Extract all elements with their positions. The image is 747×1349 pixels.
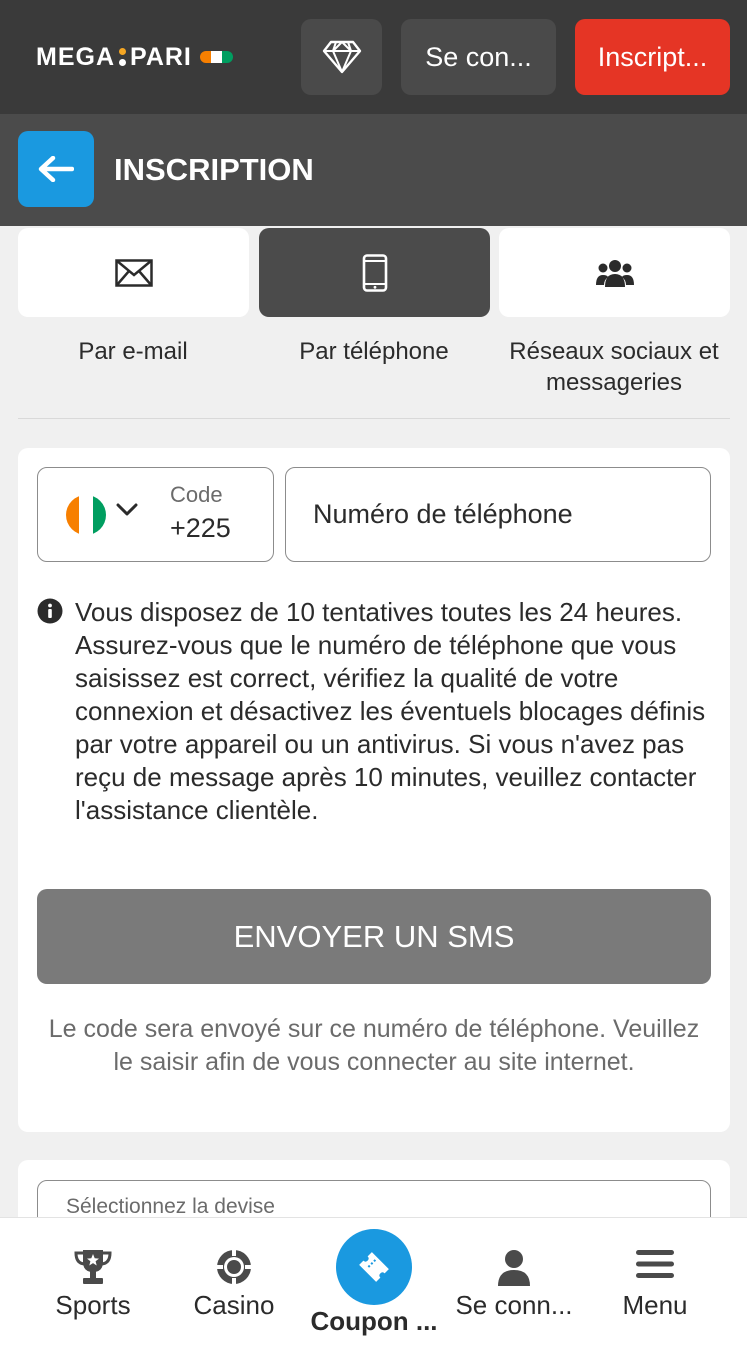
- megapari-logo[interactable]: MEGA PARI: [36, 42, 233, 72]
- phone-number-input[interactable]: [285, 467, 711, 562]
- code-label: Code: [170, 482, 223, 507]
- nav-coupon-label: Coupon ...: [310, 1306, 438, 1336]
- back-button[interactable]: [18, 131, 94, 207]
- logo-flag-icon: [199, 51, 233, 63]
- attempts-info-text: Vous disposez de 10 tentatives toutes le…: [75, 597, 706, 825]
- user-icon: [498, 1250, 530, 1286]
- method-email-label: Par e-mail: [78, 338, 188, 365]
- top-bar: MEGA PARI Se con... Inscript...: [0, 0, 747, 114]
- code-value: +225: [170, 513, 231, 543]
- nav-menu-label: Menu: [622, 1290, 688, 1320]
- casino-chip-icon: [217, 1250, 251, 1284]
- country-code-select[interactable]: Code +225: [37, 467, 274, 562]
- nav-menu[interactable]: Menu: [584, 1218, 726, 1349]
- nav-coupon-button[interactable]: [336, 1229, 412, 1305]
- diamond-icon: [322, 40, 361, 74]
- page-title: INSCRIPTION: [114, 152, 314, 187]
- login-button[interactable]: Se con...: [401, 19, 556, 95]
- users-icon: [595, 259, 634, 287]
- envelope-icon: [114, 258, 153, 287]
- currency-label: Sélectionnez la devise: [66, 1195, 275, 1218]
- divider: [18, 418, 730, 419]
- method-social-tab[interactable]: [499, 228, 730, 317]
- nav-casino-label: Casino: [193, 1290, 275, 1320]
- chevron-down-icon: [116, 503, 138, 516]
- nav-sports-label: Sports: [55, 1290, 131, 1320]
- menu-icon: [636, 1250, 674, 1278]
- arrow-left-icon: [38, 156, 74, 182]
- method-social-label: Réseaux sociaux et messageries: [509, 338, 719, 396]
- nav-casino[interactable]: Casino: [163, 1218, 305, 1349]
- sms-note-text: Le code sera envoyé sur ce numéro de tél…: [48, 1015, 700, 1076]
- trophy-icon: [74, 1250, 112, 1284]
- mobile-phone-icon: [362, 253, 387, 292]
- logo-text-mega: MEGA: [36, 42, 115, 71]
- send-sms-button[interactable]: ENVOYER UN SMS: [37, 889, 711, 984]
- method-email-tab[interactable]: [18, 228, 249, 317]
- nav-sports[interactable]: Sports: [22, 1218, 164, 1349]
- nav-login-label: Se conn...: [455, 1290, 573, 1320]
- logo-dots: [119, 48, 126, 66]
- nav-login[interactable]: Se conn...: [443, 1218, 585, 1349]
- method-phone-label: Par téléphone: [299, 338, 449, 365]
- cote-divoire-flag-icon: [66, 495, 106, 535]
- method-phone-tab[interactable]: [259, 228, 490, 317]
- info-icon: [37, 598, 63, 624]
- vip-diamond-button[interactable]: [301, 19, 382, 95]
- ticket-icon: [359, 1252, 389, 1282]
- logo-text-pari: PARI: [130, 42, 192, 71]
- register-button[interactable]: Inscript...: [575, 19, 730, 95]
- page-header: INSCRIPTION: [0, 114, 747, 226]
